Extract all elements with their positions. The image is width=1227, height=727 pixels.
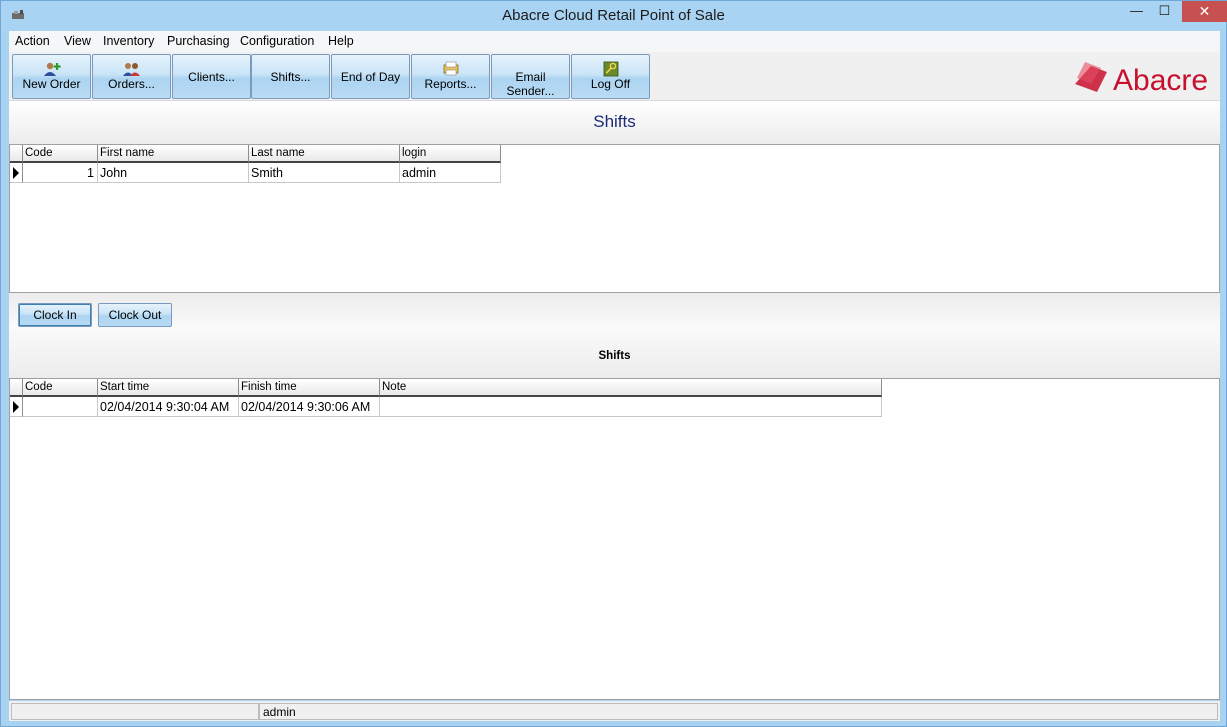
- shifts-section-title: Shifts: [598, 350, 631, 362]
- email-sender-button[interactable]: Email Sender...: [491, 54, 570, 99]
- cell-last-name[interactable]: Smith: [249, 163, 400, 183]
- cell-note[interactable]: [380, 397, 882, 417]
- action-band: Clock In Clock Out Shifts: [9, 293, 1220, 378]
- clock-out-button[interactable]: Clock Out: [98, 303, 172, 327]
- cell-first-name[interactable]: John: [98, 163, 249, 183]
- shifts-label: Shifts...: [270, 70, 311, 84]
- title-bar: Abacre Cloud Retail Point of Sale — ☐ ✕: [1, 1, 1227, 31]
- column-header-code[interactable]: Code: [23, 379, 98, 397]
- clock-in-button[interactable]: Clock In: [18, 303, 92, 327]
- clients-button[interactable]: Clients...: [172, 54, 251, 99]
- new-order-label: New Order: [22, 77, 81, 91]
- menu-configuration[interactable]: Configuration: [240, 34, 314, 48]
- column-header-login[interactable]: login: [400, 145, 501, 163]
- column-header-code[interactable]: Code: [23, 145, 98, 163]
- svg-text:Abacre: Abacre: [1113, 64, 1208, 97]
- cell-code[interactable]: [23, 397, 98, 417]
- window-title: Abacre Cloud Retail Point of Sale: [502, 7, 725, 24]
- page-header: Shifts: [9, 101, 1220, 144]
- column-header-last-name[interactable]: Last name: [249, 145, 400, 163]
- column-header-first-name[interactable]: First name: [98, 145, 249, 163]
- email-sender-label: Email Sender...: [506, 70, 555, 98]
- clients-label: Clients...: [188, 70, 235, 84]
- column-header-start-time[interactable]: Start time: [98, 379, 239, 397]
- orders-button[interactable]: Orders...: [92, 54, 171, 99]
- app-window: Abacre Cloud Retail Point of Sale — ☐ ✕ …: [0, 0, 1227, 727]
- maximize-button[interactable]: ☐: [1151, 1, 1178, 22]
- menu-inventory[interactable]: Inventory: [103, 34, 154, 48]
- log-off-button[interactable]: Log Off: [571, 54, 650, 99]
- abacre-logo: Abacre: [1075, 62, 1208, 97]
- log-off-label: Log Off: [590, 77, 631, 91]
- reports-label: Reports...: [424, 77, 477, 91]
- new-order-icon: [43, 62, 61, 76]
- orders-icon: [122, 63, 140, 76]
- shifts-button[interactable]: Shifts...: [251, 54, 330, 99]
- row-indicator[interactable]: [10, 397, 23, 417]
- row-indicator[interactable]: [10, 163, 23, 183]
- users-grid[interactable]: Code First name Last name login 1 John S…: [9, 144, 1220, 293]
- reports-icon: [443, 61, 458, 76]
- menu-view[interactable]: View: [64, 34, 91, 48]
- status-user: admin: [259, 703, 1218, 720]
- cell-start-time[interactable]: 02/04/2014 9:30:04 AM: [98, 397, 239, 417]
- end-of-day-label: End of Day: [340, 70, 401, 84]
- new-order-button[interactable]: New Order: [12, 54, 91, 99]
- cell-finish-time[interactable]: 02/04/2014 9:30:06 AM: [239, 397, 380, 417]
- cell-code[interactable]: 1: [23, 163, 98, 183]
- reports-button[interactable]: Reports...: [411, 54, 490, 99]
- grid-corner: [10, 145, 23, 163]
- menu-bar: Action View Inventory Purchasing Configu…: [9, 31, 1220, 52]
- toolbar: New Order Orders... Clients... Shifts...…: [9, 52, 1220, 101]
- close-button[interactable]: ✕: [1182, 1, 1227, 22]
- end-of-day-button[interactable]: End of Day: [331, 54, 410, 99]
- column-header-finish-time[interactable]: Finish time: [239, 379, 380, 397]
- menu-help[interactable]: Help: [328, 34, 354, 48]
- orders-label: Orders...: [108, 77, 155, 91]
- cell-login[interactable]: admin: [400, 163, 501, 183]
- status-bar: admin: [9, 701, 1220, 721]
- page-title: Shifts: [593, 112, 636, 131]
- menu-purchasing[interactable]: Purchasing: [167, 34, 230, 48]
- shifts-grid[interactable]: Code Start time Finish time Note 02/04/2…: [9, 378, 1220, 700]
- menu-action[interactable]: Action: [15, 34, 50, 48]
- key-icon: [603, 61, 618, 77]
- grid-corner: [10, 379, 23, 397]
- column-header-note[interactable]: Note: [380, 379, 882, 397]
- minimize-button[interactable]: —: [1123, 1, 1150, 22]
- status-panel-left: [11, 703, 259, 720]
